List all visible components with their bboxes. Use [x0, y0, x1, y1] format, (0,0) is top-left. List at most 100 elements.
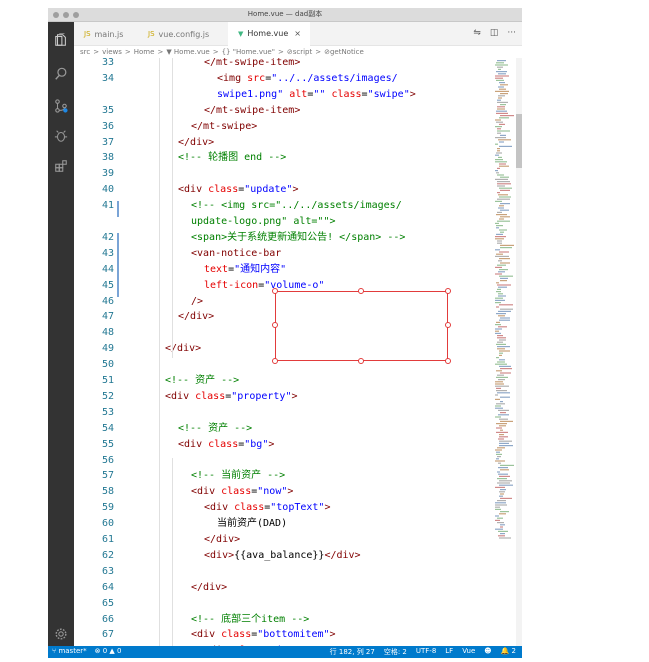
language-mode[interactable]: Vue: [462, 647, 475, 657]
minimap-line: [496, 225, 503, 227]
line-number: 66: [101, 613, 114, 625]
tab-vue-config-js[interactable]: JS vue.config.js: [138, 22, 228, 46]
code-line[interactable]: 37 </div>: [74, 135, 494, 151]
code-line[interactable]: 33 </mt-swipe-item>: [74, 58, 494, 71]
code-line[interactable]: 62 <div>{{ava_balance}}</div>: [74, 548, 494, 564]
breadcrumb-item[interactable]: ⊘script: [287, 48, 312, 56]
minimap-line: [499, 196, 511, 198]
code-token: left-icon: [204, 279, 259, 291]
cursor-position[interactable]: 行 182, 列 27: [330, 647, 375, 657]
resize-handle[interactable]: [358, 358, 364, 364]
line-number: 35: [101, 104, 114, 116]
code-line[interactable]: 55 <div class="bg">: [74, 437, 494, 453]
code-line[interactable]: 65: [74, 596, 494, 612]
minimap-line: [497, 198, 510, 200]
minimap-line: [500, 277, 508, 279]
code-line[interactable]: 38 <!-- 轮播图 end -->: [74, 150, 494, 166]
minimap[interactable]: [494, 58, 516, 646]
breadcrumb-item[interactable]: src: [80, 48, 90, 56]
code-line[interactable]: 63: [74, 564, 494, 580]
gear-icon[interactable]: [53, 626, 69, 642]
minimap-line: [497, 456, 501, 458]
code-line[interactable]: 57 <!-- 当前资产 -->: [74, 468, 494, 484]
code-line[interactable]: 51 <!-- 资产 -->: [74, 373, 494, 389]
code-line[interactable]: 54 <!-- 资产 -->: [74, 421, 494, 437]
split-editor-icon[interactable]: ◫: [490, 28, 499, 38]
code-line[interactable]: 35 </mt-swipe-item>: [74, 103, 494, 119]
minimap-line: [498, 95, 505, 97]
code-line[interactable]: 58 <div class="now">: [74, 484, 494, 500]
minimap-line: [496, 376, 508, 378]
code-token: >: [329, 629, 336, 641]
search-icon[interactable]: [53, 66, 69, 82]
code-line[interactable]: 42 <span>关于系统更新通知公告! </span> -->: [74, 230, 494, 246]
resize-handle[interactable]: [445, 288, 451, 294]
code-token: alt: [289, 88, 308, 100]
code-line[interactable]: 40 <div class="update">: [74, 182, 494, 198]
minimap-line: [499, 304, 513, 306]
minimap-line: [500, 244, 514, 246]
encoding-indicator[interactable]: UTF-8: [416, 647, 436, 657]
breadcrumb-item[interactable]: ▼ Home.vue: [166, 48, 209, 56]
code-line[interactable]: 61 </div>: [74, 532, 494, 548]
minimap-line: [495, 200, 502, 202]
code-line[interactable]: 67 <div class="bottomitem">: [74, 627, 494, 643]
code-editor[interactable]: 33 </mt-swipe-item> 34 <img src="../../asse…: [74, 58, 494, 646]
debug-icon[interactable]: [53, 128, 69, 144]
code-line[interactable]: 64 </div>: [74, 580, 494, 596]
editor-window: Home.vue — dad副本 JS main.js JS vue.confi…: [48, 8, 522, 658]
resize-handle[interactable]: [445, 358, 451, 364]
code-line[interactable]: 66 <!-- 底部三个item -->: [74, 612, 494, 628]
minimap-line: [498, 194, 508, 196]
code-line[interactable]: 34 <img src="../../assets/images/: [74, 71, 494, 87]
feedback-icon[interactable]: ☻: [484, 647, 491, 657]
code-token: div: [210, 502, 229, 514]
code-line[interactable]: 36 </mt-swipe>: [74, 119, 494, 135]
branch-indicator[interactable]: ⑂ master*: [52, 647, 87, 655]
minimap-line: [498, 310, 511, 312]
minimap-line: [495, 449, 502, 451]
code-token: class: [331, 88, 362, 100]
source-control-icon[interactable]: [53, 98, 69, 114]
code-line[interactable]: 60 当前资产(DAD): [74, 516, 494, 532]
files-icon[interactable]: [53, 32, 69, 48]
notifications-indicator[interactable]: 🔔 2: [501, 647, 516, 657]
open-changes-icon[interactable]: ⇋: [473, 28, 481, 38]
breadcrumb-item[interactable]: {} "Home.vue": [222, 48, 275, 56]
line-number: 64: [101, 581, 114, 593]
code-line[interactable]: 53: [74, 405, 494, 421]
code-line[interactable]: 39: [74, 166, 494, 182]
resize-handle[interactable]: [445, 322, 451, 328]
close-icon[interactable]: ×: [294, 29, 301, 38]
minimap-line: [500, 189, 510, 191]
editor-actions: ⇋ ◫ ···: [473, 28, 516, 38]
minimap-line: [496, 110, 507, 112]
code-line[interactable]: 41 <!-- <img src="../../assets/images/: [74, 198, 494, 214]
more-actions-icon[interactable]: ···: [507, 28, 516, 38]
minimap-line: [497, 288, 501, 290]
eol-indicator[interactable]: LF: [445, 647, 453, 657]
minimap-line: [497, 471, 500, 473]
resize-handle[interactable]: [358, 288, 364, 294]
breadcrumb-item[interactable]: ⊘getNotice: [324, 48, 364, 56]
minimap-line: [497, 60, 506, 62]
code-line[interactable]: 43 <van-notice-bar: [74, 246, 494, 262]
resize-handle[interactable]: [272, 288, 278, 294]
resize-handle[interactable]: [272, 358, 278, 364]
tab-main-js[interactable]: JS main.js: [74, 22, 126, 46]
resize-handle[interactable]: [272, 322, 278, 328]
code-line[interactable]: 56: [74, 453, 494, 469]
breadcrumb-item[interactable]: Home: [134, 48, 155, 56]
code-line[interactable]: 59 <div class="topText">: [74, 500, 494, 516]
minimap-line: [497, 348, 505, 350]
scrollbar-thumb[interactable]: [516, 114, 522, 168]
code-line[interactable]: 44 text="通知内容": [74, 262, 494, 278]
code-line[interactable]: swipe1.png" alt="" class="swipe">: [74, 87, 494, 103]
extensions-icon[interactable]: [53, 158, 69, 174]
code-line[interactable]: update-logo.png" alt="">: [74, 214, 494, 230]
tab-home-vue[interactable]: ▼ Home.vue ×: [228, 22, 310, 46]
indentation-indicator[interactable]: 空格: 2: [384, 647, 407, 657]
code-line[interactable]: 52 <div class="property">: [74, 389, 494, 405]
breadcrumb-item[interactable]: views: [102, 48, 122, 56]
problems-indicator[interactable]: ⊗ 0 ▲ 0: [95, 647, 122, 655]
